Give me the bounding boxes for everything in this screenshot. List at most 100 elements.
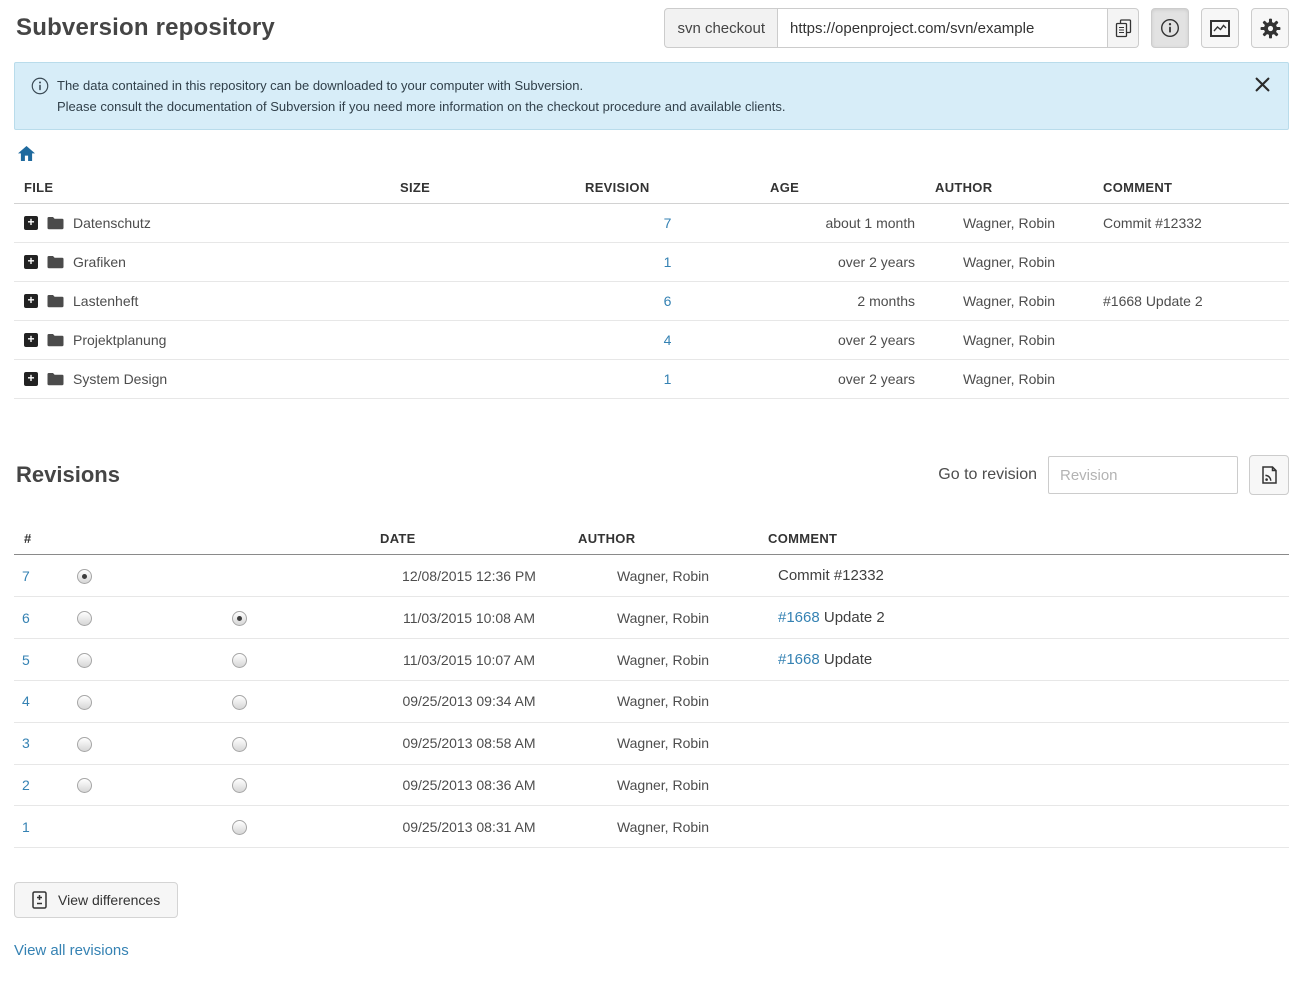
revision-number-link[interactable]: 4 <box>22 693 30 709</box>
work-package-link[interactable]: #1668 <box>778 609 820 626</box>
table-row: Grafiken 1 over 2 years Wagner, Robin <box>14 243 1289 282</box>
author-cell: Wagner, Robin <box>925 360 1093 399</box>
table-row: 4 09/25/2013 09:34 AM Wagner, Robin <box>14 681 1289 723</box>
revision-number-link[interactable]: 7 <box>22 568 30 584</box>
author-cell: Wagner, Robin <box>568 597 758 639</box>
repository-settings-button[interactable] <box>1251 8 1289 48</box>
comment-cell <box>1093 360 1289 399</box>
expand-plus-icon[interactable] <box>24 333 38 347</box>
banner-text-line2: Please consult the documentation of Subv… <box>57 96 1244 117</box>
revision-link[interactable]: 4 <box>664 332 672 348</box>
repository-info-button[interactable] <box>1151 8 1189 48</box>
col-date: DATE <box>370 523 568 555</box>
col-revision: REVISION <box>575 172 760 204</box>
goto-revision-group: Go to revision <box>938 455 1289 495</box>
revision-number-link[interactable]: 2 <box>22 777 30 793</box>
table-row: Projektplanung 4 over 2 years Wagner, Ro… <box>14 321 1289 360</box>
revision-link[interactable]: 7 <box>664 215 672 231</box>
col-comment: COMMENT <box>1093 172 1289 204</box>
revision-link[interactable]: 1 <box>664 371 672 387</box>
files-table: FILE SIZE REVISION AGE AUTHOR COMMENT Da… <box>14 172 1289 399</box>
age-cell: over 2 years <box>760 360 925 399</box>
expand-plus-icon[interactable] <box>24 372 38 386</box>
age-cell: about 1 month <box>760 204 925 243</box>
author-cell: Wagner, Robin <box>568 722 758 764</box>
comment-text: Update 2 <box>820 609 885 626</box>
work-package-link[interactable]: #1668 <box>778 651 820 668</box>
goto-revision-label: Go to revision <box>938 466 1037 484</box>
table-row: 2 09/25/2013 08:36 AM Wagner, Robin <box>14 764 1289 806</box>
directory-link[interactable]: Lastenheft <box>73 293 138 309</box>
date-cell: 09/25/2013 09:34 AM <box>370 681 568 723</box>
size-cell <box>390 360 575 399</box>
author-cell: Wagner, Robin <box>925 204 1093 243</box>
goto-revision-button[interactable] <box>1249 455 1289 495</box>
revision-number-link[interactable]: 1 <box>22 819 30 835</box>
expand-plus-icon[interactable] <box>24 294 38 308</box>
page-title: Subversion repository <box>16 14 275 42</box>
compare-to-radio[interactable] <box>232 820 247 835</box>
date-cell: 12/08/2015 12:36 PM <box>370 555 568 597</box>
atom-feed-icon <box>1262 466 1277 484</box>
compare-to-radio[interactable] <box>232 695 247 710</box>
compare-from-radio[interactable] <box>77 611 92 626</box>
goto-revision-input[interactable] <box>1048 456 1238 494</box>
expand-plus-icon[interactable] <box>24 255 38 269</box>
comment-text: Commit #12332 <box>778 567 884 584</box>
folder-icon <box>47 255 64 269</box>
compare-to-radio[interactable] <box>232 653 247 668</box>
revision-number-link[interactable]: 5 <box>22 652 30 668</box>
author-cell: Wagner, Robin <box>568 806 758 848</box>
checkout-url-input[interactable] <box>778 8 1108 48</box>
revision-number-link[interactable]: 3 <box>22 735 30 751</box>
date-cell: 09/25/2013 08:36 AM <box>370 764 568 806</box>
table-row: 7 12/08/2015 12:36 PM Wagner, Robin Comm… <box>14 555 1289 597</box>
author-cell: Wagner, Robin <box>925 282 1093 321</box>
gear-icon <box>1260 18 1281 39</box>
checkout-command-label: svn checkout <box>664 8 778 48</box>
compare-to-radio[interactable] <box>232 611 247 626</box>
view-all-revisions-link[interactable]: View all revisions <box>14 942 1289 959</box>
revisions-title: Revisions <box>16 462 120 488</box>
date-cell: 09/25/2013 08:58 AM <box>370 722 568 764</box>
size-cell <box>390 204 575 243</box>
compare-from-radio[interactable] <box>77 778 92 793</box>
compare-from-radio[interactable] <box>77 695 92 710</box>
compare-from-radio[interactable] <box>77 653 92 668</box>
col-number: # <box>14 523 60 555</box>
revision-link[interactable]: 6 <box>664 293 672 309</box>
table-row: 1 09/25/2013 08:31 AM Wagner, Robin <box>14 806 1289 848</box>
view-differences-button[interactable]: View differences <box>14 882 178 918</box>
breadcrumb <box>18 146 1289 164</box>
revision-number-link[interactable]: 6 <box>22 610 30 626</box>
compare-to-radio[interactable] <box>232 778 247 793</box>
table-row: Datenschutz 7 about 1 month Wagner, Robi… <box>14 204 1289 243</box>
expand-plus-icon[interactable] <box>24 216 38 230</box>
banner-close-button[interactable] <box>1253 75 1272 94</box>
close-icon <box>1255 77 1270 92</box>
col-file: FILE <box>14 172 390 204</box>
view-differences-label: View differences <box>58 892 160 908</box>
page-header: Subversion repository svn checkout <box>14 0 1289 54</box>
col-author: AUTHOR <box>568 523 758 555</box>
repository-statistics-button[interactable] <box>1201 8 1239 48</box>
copy-url-button[interactable] <box>1108 8 1139 48</box>
diff-document-icon <box>32 891 47 909</box>
compare-to-radio[interactable] <box>232 737 247 752</box>
revision-link[interactable]: 1 <box>664 254 672 270</box>
author-cell: Wagner, Robin <box>568 764 758 806</box>
directory-link[interactable]: Projektplanung <box>73 332 166 348</box>
directory-link[interactable]: Grafiken <box>73 254 126 270</box>
table-row: 3 09/25/2013 08:58 AM Wagner, Robin <box>14 722 1289 764</box>
col-radio-to <box>108 523 370 555</box>
compare-from-radio[interactable] <box>77 569 92 584</box>
folder-icon <box>47 294 64 308</box>
repository-root-link[interactable] <box>18 146 35 161</box>
directory-link[interactable]: Datenschutz <box>73 215 151 231</box>
directory-link[interactable]: System Design <box>73 371 167 387</box>
size-cell <box>390 321 575 360</box>
date-cell: 09/25/2013 08:31 AM <box>370 806 568 848</box>
compare-from-radio[interactable] <box>77 737 92 752</box>
age-cell: over 2 years <box>760 321 925 360</box>
revisions-table: # DATE AUTHOR COMMENT 7 12/08/2015 12:36… <box>14 523 1289 848</box>
